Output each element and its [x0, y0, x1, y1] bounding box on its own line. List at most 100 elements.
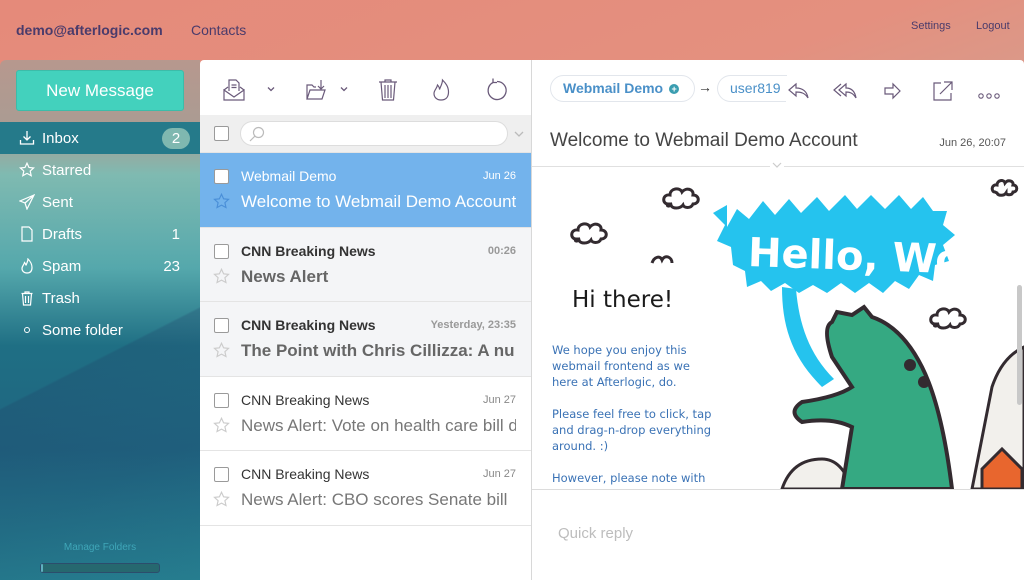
quick-reply-input[interactable] — [558, 520, 998, 546]
message-row[interactable]: CNN Breaking News 00:26 News Alert — [200, 227, 531, 302]
move-to-folder-button[interactable] — [302, 76, 332, 104]
star-icon[interactable] — [213, 193, 230, 210]
message-checkbox[interactable] — [214, 169, 229, 184]
message-datetime: Jun 26, 20:07 — [939, 137, 1006, 149]
message-row[interactable]: Webmail Demo Jun 26 Welcome to Webmail D… — [200, 153, 531, 228]
account-email[interactable]: demo@afterlogic.com — [16, 22, 163, 38]
message-date: Jun 27 — [482, 393, 516, 406]
top-bar: demo@afterlogic.com Contacts Settings Lo… — [0, 0, 1024, 60]
arrow-icon: → — [698, 79, 712, 95]
sender-pill[interactable]: Webmail Demo + — [550, 75, 695, 102]
folder-label: Inbox — [42, 129, 79, 147]
message-checkbox[interactable] — [214, 467, 229, 482]
quota-progress-bar — [40, 563, 160, 573]
reply-icon — [788, 82, 809, 99]
sidebar-item-drafts[interactable]: Drafts 1 — [0, 218, 200, 250]
inbox-download-icon — [18, 129, 36, 147]
message-subject: The Point with Chris Cillizza: A nu — [241, 341, 515, 360]
folder-label: Trash — [42, 289, 80, 307]
search-input[interactable] — [267, 125, 497, 142]
body-paragraph: Please feel free to click, tap and drag-… — [552, 407, 712, 453]
advanced-search-chevron-icon[interactable] — [514, 130, 524, 138]
more-dots-icon — [978, 93, 1000, 99]
logout-link[interactable]: Logout — [976, 20, 1010, 32]
folder-list: Inbox 2 Starred Sent Drafts 1 Spam 23 Tr… — [0, 122, 200, 346]
message-body-scrollbar[interactable] — [1017, 285, 1022, 405]
settings-link[interactable]: Settings — [911, 20, 951, 32]
new-message-button[interactable]: New Message — [16, 70, 184, 111]
message-row[interactable]: CNN Breaking News Jun 27 News Alert: CBO… — [200, 451, 531, 526]
paper-plane-icon — [18, 193, 36, 211]
select-all-checkbox[interactable] — [214, 126, 229, 141]
body-paragraph: We hope you enjoy this webmail frontend … — [552, 343, 690, 389]
forward-button[interactable] — [880, 79, 906, 103]
sidebar-item-sent[interactable]: Sent — [0, 186, 200, 218]
message-date: 00:26 — [487, 244, 516, 257]
message-body-text: We hope you enjoy this webmail frontend … — [552, 342, 712, 489]
sidebar-item-spam[interactable]: Spam 23 — [0, 250, 200, 282]
external-link-icon — [933, 81, 953, 101]
recipient-pill[interactable]: user819 — [717, 75, 787, 102]
open-in-new-window-button[interactable] — [930, 79, 956, 103]
more-actions-button[interactable] — [976, 79, 1002, 103]
folder-label: Spam — [42, 257, 82, 275]
message-date: Jun 26 — [482, 170, 516, 182]
message-subject: News Alert: Vote on health care bill del… — [241, 415, 516, 435]
reply-button[interactable] — [786, 79, 812, 103]
star-icon[interactable] — [213, 342, 230, 359]
sidebar-item-starred[interactable]: Starred — [0, 154, 200, 186]
check-mail-button[interactable] — [219, 76, 249, 104]
circle-dot-icon — [18, 321, 36, 339]
message-checkbox[interactable] — [214, 392, 229, 408]
message-subject: Welcome to Webmail Demo Account — [241, 192, 516, 211]
folder-count: 23 — [163, 257, 180, 275]
message-checkbox[interactable] — [214, 243, 229, 259]
star-icon — [18, 161, 36, 179]
message-viewer: Webmail Demo + → user819 Welcome to Webma… — [532, 60, 1024, 580]
contacts-link[interactable]: Contacts — [191, 22, 246, 38]
folder-sidebar: New Message Inbox 2 Starred Sent Drafts — [0, 60, 200, 580]
quota-progress-fill — [41, 564, 44, 572]
refresh-icon — [487, 78, 507, 101]
message-list-panel: Webmail Demo Jun 26 Welcome to Webmail D… — [200, 60, 531, 580]
message-list-toolbar — [200, 60, 531, 115]
manage-folders-link[interactable]: Manage Folders — [0, 542, 200, 553]
message-date: Jun 27 — [482, 468, 516, 480]
chevron-down-icon[interactable] — [266, 84, 276, 94]
reply-all-button[interactable] — [832, 79, 858, 103]
sidebar-item-some-folder[interactable]: Some folder — [0, 314, 200, 346]
message-sender: CNN Breaking News — [241, 242, 376, 259]
search-row — [200, 115, 531, 153]
message-subject: News Alert: CBO scores Senate bill — [241, 490, 508, 509]
recipient-name: user819 — [730, 80, 781, 96]
unread-badge: 2 — [162, 128, 190, 149]
flame-icon — [18, 257, 36, 275]
sidebar-item-inbox[interactable]: Inbox 2 — [0, 122, 200, 154]
folder-label: Starred — [42, 161, 92, 179]
message-checkbox[interactable] — [214, 318, 229, 333]
chevron-down-icon[interactable] — [339, 84, 349, 94]
delete-button[interactable] — [373, 76, 403, 104]
document-icon — [18, 225, 36, 243]
refresh-button[interactable] — [482, 76, 512, 104]
folder-label: Some folder — [42, 321, 123, 339]
star-icon[interactable] — [213, 267, 230, 285]
message-sender: CNN Breaking News — [241, 466, 370, 482]
star-icon[interactable] — [213, 491, 230, 508]
spam-icon — [433, 78, 450, 101]
delete-icon — [379, 79, 397, 101]
reply-all-icon — [833, 82, 857, 99]
reply-divider — [532, 489, 1024, 490]
sidebar-item-trash[interactable]: Trash — [0, 282, 200, 314]
move-to-folder-icon — [306, 80, 326, 100]
forward-icon — [884, 82, 901, 100]
folder-label: Drafts — [42, 225, 83, 243]
message-row[interactable]: CNN Breaking News Jun 27 News Alert: Vot… — [200, 376, 531, 451]
search-icon — [249, 126, 265, 142]
message-row[interactable]: CNN Breaking News Yesterday, 23:35 The P… — [200, 302, 531, 377]
add-contact-icon[interactable]: + — [669, 84, 680, 94]
folder-count: 1 — [171, 225, 180, 243]
search-field[interactable] — [240, 121, 508, 146]
star-icon[interactable] — [213, 416, 230, 434]
spam-button[interactable] — [426, 76, 456, 104]
